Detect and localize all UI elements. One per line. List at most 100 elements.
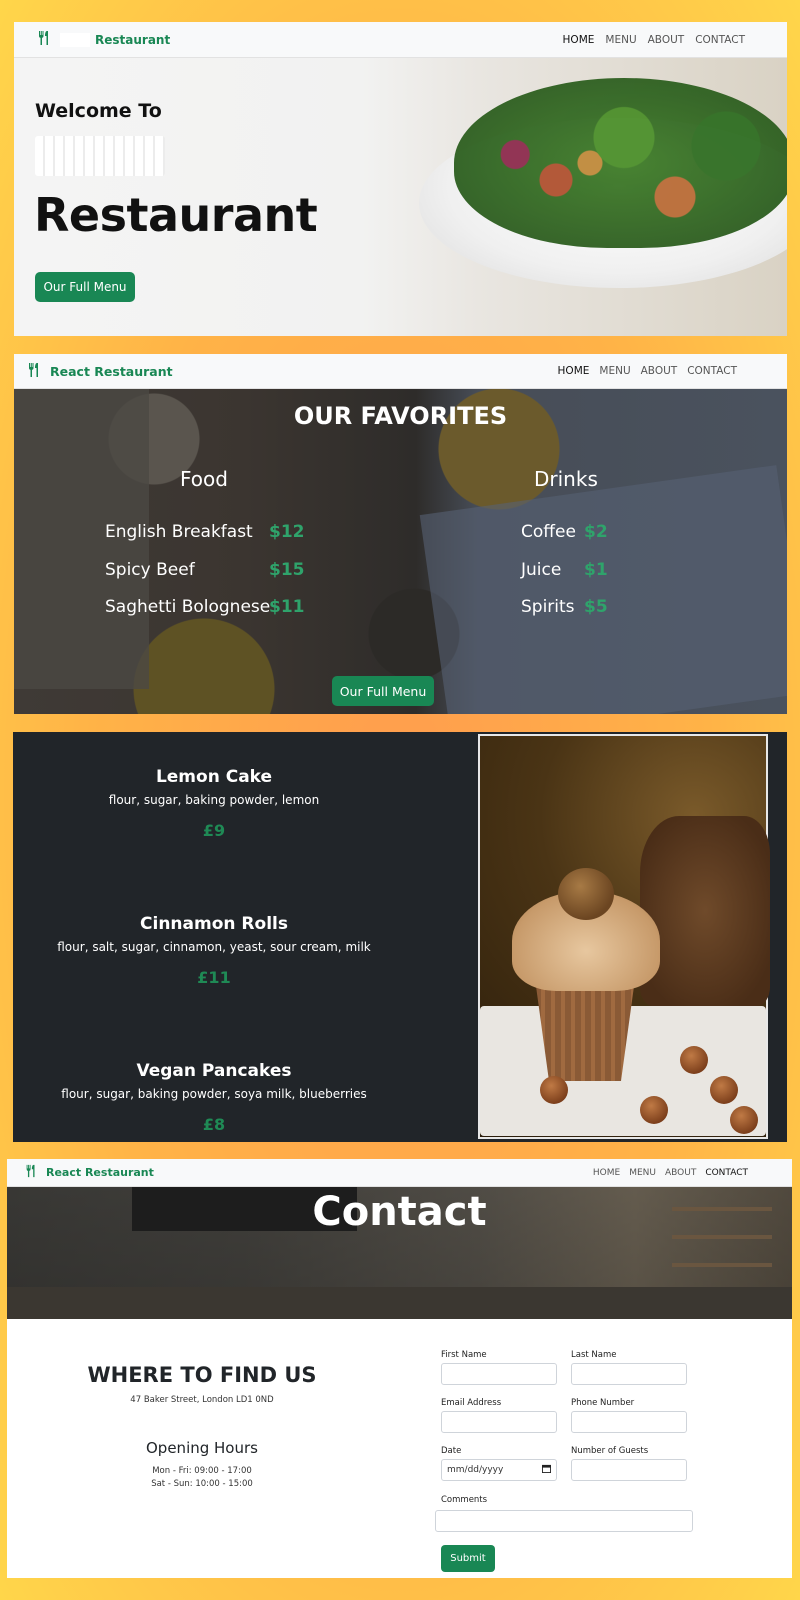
- nav-about[interactable]: ABOUT: [641, 365, 678, 377]
- drink-price: $5: [584, 597, 608, 617]
- nav-contact[interactable]: CONTACT: [695, 34, 745, 46]
- contact-section: Contact WHERE TO FIND US 47 Baker Street…: [7, 1159, 792, 1578]
- cake-name: Lemon Cake: [155, 767, 273, 787]
- food-item: English Breakfast: [105, 522, 253, 542]
- favorites-background-image: [14, 389, 787, 714]
- email-input[interactable]: [441, 1411, 557, 1433]
- drink-price: $2: [584, 522, 608, 542]
- date-placeholder: mm/dd/yyyy: [447, 1465, 504, 1475]
- email-label: Email Address: [441, 1398, 502, 1408]
- nav-links: HOME MENU ABOUT CONTACT: [548, 365, 737, 377]
- brand-link[interactable]: React Restaurant: [24, 1164, 154, 1181]
- hours-line: Sat - Sun: 10:00 - 15:00: [151, 1479, 253, 1489]
- cake-ingredients: flour, sugar, baking powder, lemon: [108, 793, 320, 807]
- date-input[interactable]: mm/dd/yyyy: [441, 1459, 557, 1481]
- nav-menu[interactable]: MENU: [629, 1168, 656, 1178]
- cake-list: Lemon Cake flour, sugar, baking powder, …: [13, 732, 415, 1142]
- first-name-input[interactable]: [441, 1363, 557, 1385]
- drink-price: $1: [584, 560, 608, 580]
- last-name-input[interactable]: [571, 1363, 687, 1385]
- brand-name: React Restaurant: [50, 363, 173, 379]
- favorites-section: OUR FAVORITES Food Drinks English Breakf…: [14, 354, 787, 714]
- nav-contact[interactable]: CONTACT: [705, 1168, 748, 1178]
- contact-hero-image: Contact: [7, 1187, 792, 1319]
- food-item: Spicy Beef: [105, 560, 195, 580]
- hero-title: Restaurant: [34, 188, 318, 242]
- cake-ingredients: flour, salt, sugar, cinnamon, yeast, sou…: [57, 940, 371, 954]
- comments-label: Comments: [441, 1495, 488, 1505]
- utensils-icon: [26, 362, 42, 381]
- navbar: Restaurant HOME MENU ABOUT CONTACT: [14, 22, 787, 58]
- submit-button[interactable]: Submit: [441, 1545, 495, 1572]
- drinks-heading: Drinks: [534, 467, 598, 491]
- cake-price: £9: [202, 821, 226, 840]
- food-price: $12: [269, 522, 305, 542]
- napkin-image: [419, 465, 787, 714]
- nav-home[interactable]: HOME: [558, 365, 590, 377]
- cake-name: Cinnamon Rolls: [140, 914, 288, 934]
- hazelnut-image: [710, 1076, 738, 1104]
- hazelnut-image: [730, 1106, 758, 1134]
- navbar: React Restaurant HOME MENU ABOUT CONTACT: [7, 1159, 792, 1187]
- phone-input[interactable]: [571, 1411, 687, 1433]
- calendar-icon[interactable]: [542, 1464, 551, 1476]
- cupcake-photo: [478, 734, 770, 1139]
- hazelnut-image: [680, 1046, 708, 1074]
- utensils-icon: [24, 1164, 38, 1181]
- full-menu-button[interactable]: Our Full Menu: [332, 676, 434, 706]
- hazelnut-image: [640, 1096, 668, 1124]
- nav-menu[interactable]: MENU: [599, 365, 630, 377]
- nav-menu[interactable]: MENU: [605, 34, 636, 46]
- comments-input[interactable]: [435, 1510, 693, 1532]
- address: 47 Baker Street, London LD1 0ND: [130, 1395, 274, 1405]
- cake-item: Lemon Cake flour, sugar, baking powder, …: [13, 767, 415, 840]
- food-price: $15: [269, 560, 305, 580]
- chocolate-ball-image: [558, 868, 614, 920]
- utensils-icon: [36, 30, 52, 49]
- hero-name-redacted: [35, 136, 165, 176]
- last-name-label: Last Name: [571, 1350, 617, 1360]
- cake-item: Cinnamon Rolls flour, salt, sugar, cinna…: [13, 914, 415, 987]
- nav-about[interactable]: ABOUT: [648, 34, 685, 46]
- brand-link[interactable]: Restaurant: [36, 30, 170, 49]
- brand-name: Restaurant: [95, 32, 171, 47]
- first-name-label: First Name: [441, 1350, 487, 1360]
- cake-name: Vegan Pancakes: [136, 1061, 292, 1081]
- contact-title: Contact: [312, 1189, 487, 1235]
- food-heading: Food: [180, 467, 228, 491]
- cake-price: £8: [202, 1115, 226, 1134]
- drink-item: Juice: [521, 560, 562, 580]
- favorites-title: OUR FAVORITES: [293, 402, 508, 430]
- phone-label: Phone Number: [571, 1398, 635, 1408]
- nav-contact[interactable]: CONTACT: [687, 365, 737, 377]
- nav-home[interactable]: HOME: [593, 1168, 620, 1178]
- date-label: Date: [441, 1446, 462, 1456]
- counter-image: [7, 1287, 792, 1319]
- brand-link[interactable]: React Restaurant: [26, 362, 173, 381]
- hours-line: Mon - Fri: 09:00 - 17:00: [152, 1466, 252, 1476]
- nav-links: HOME MENU ABOUT CONTACT: [584, 1168, 748, 1178]
- hero-section: Welcome To Restaurant Our Full Menu Rest…: [14, 22, 787, 336]
- drink-item: Coffee: [521, 522, 576, 542]
- navbar: React Restaurant HOME MENU ABOUT CONTACT: [14, 354, 787, 389]
- cakes-section: Lemon Cake flour, sugar, baking powder, …: [13, 732, 787, 1142]
- salad-image: [454, 78, 787, 248]
- guests-label: Number of Guests: [571, 1446, 649, 1456]
- full-menu-button[interactable]: Our Full Menu: [35, 272, 135, 302]
- food-item: Saghetti Bolognese: [105, 597, 271, 617]
- nav-about[interactable]: ABOUT: [665, 1168, 696, 1178]
- guests-input[interactable]: [571, 1459, 687, 1481]
- brand-redacted: [60, 32, 90, 47]
- cake-ingredients: flour, sugar, baking powder, soya milk, …: [61, 1087, 367, 1101]
- nav-links: HOME MENU ABOUT CONTACT: [552, 34, 745, 46]
- find-us-heading: WHERE TO FIND US: [87, 1363, 317, 1387]
- hazelnut-image: [540, 1076, 568, 1104]
- opening-hours-heading: Opening Hours: [146, 1439, 258, 1457]
- nav-home[interactable]: HOME: [563, 34, 595, 46]
- drink-item: Spirits: [521, 597, 575, 617]
- cake-item: Vegan Pancakes flour, sugar, baking powd…: [13, 1061, 415, 1134]
- cake-slice-image: [640, 816, 770, 1006]
- hero-welcome: Welcome To: [35, 100, 162, 122]
- brand-name: React Restaurant: [46, 1166, 154, 1179]
- cake-price: £11: [197, 968, 231, 987]
